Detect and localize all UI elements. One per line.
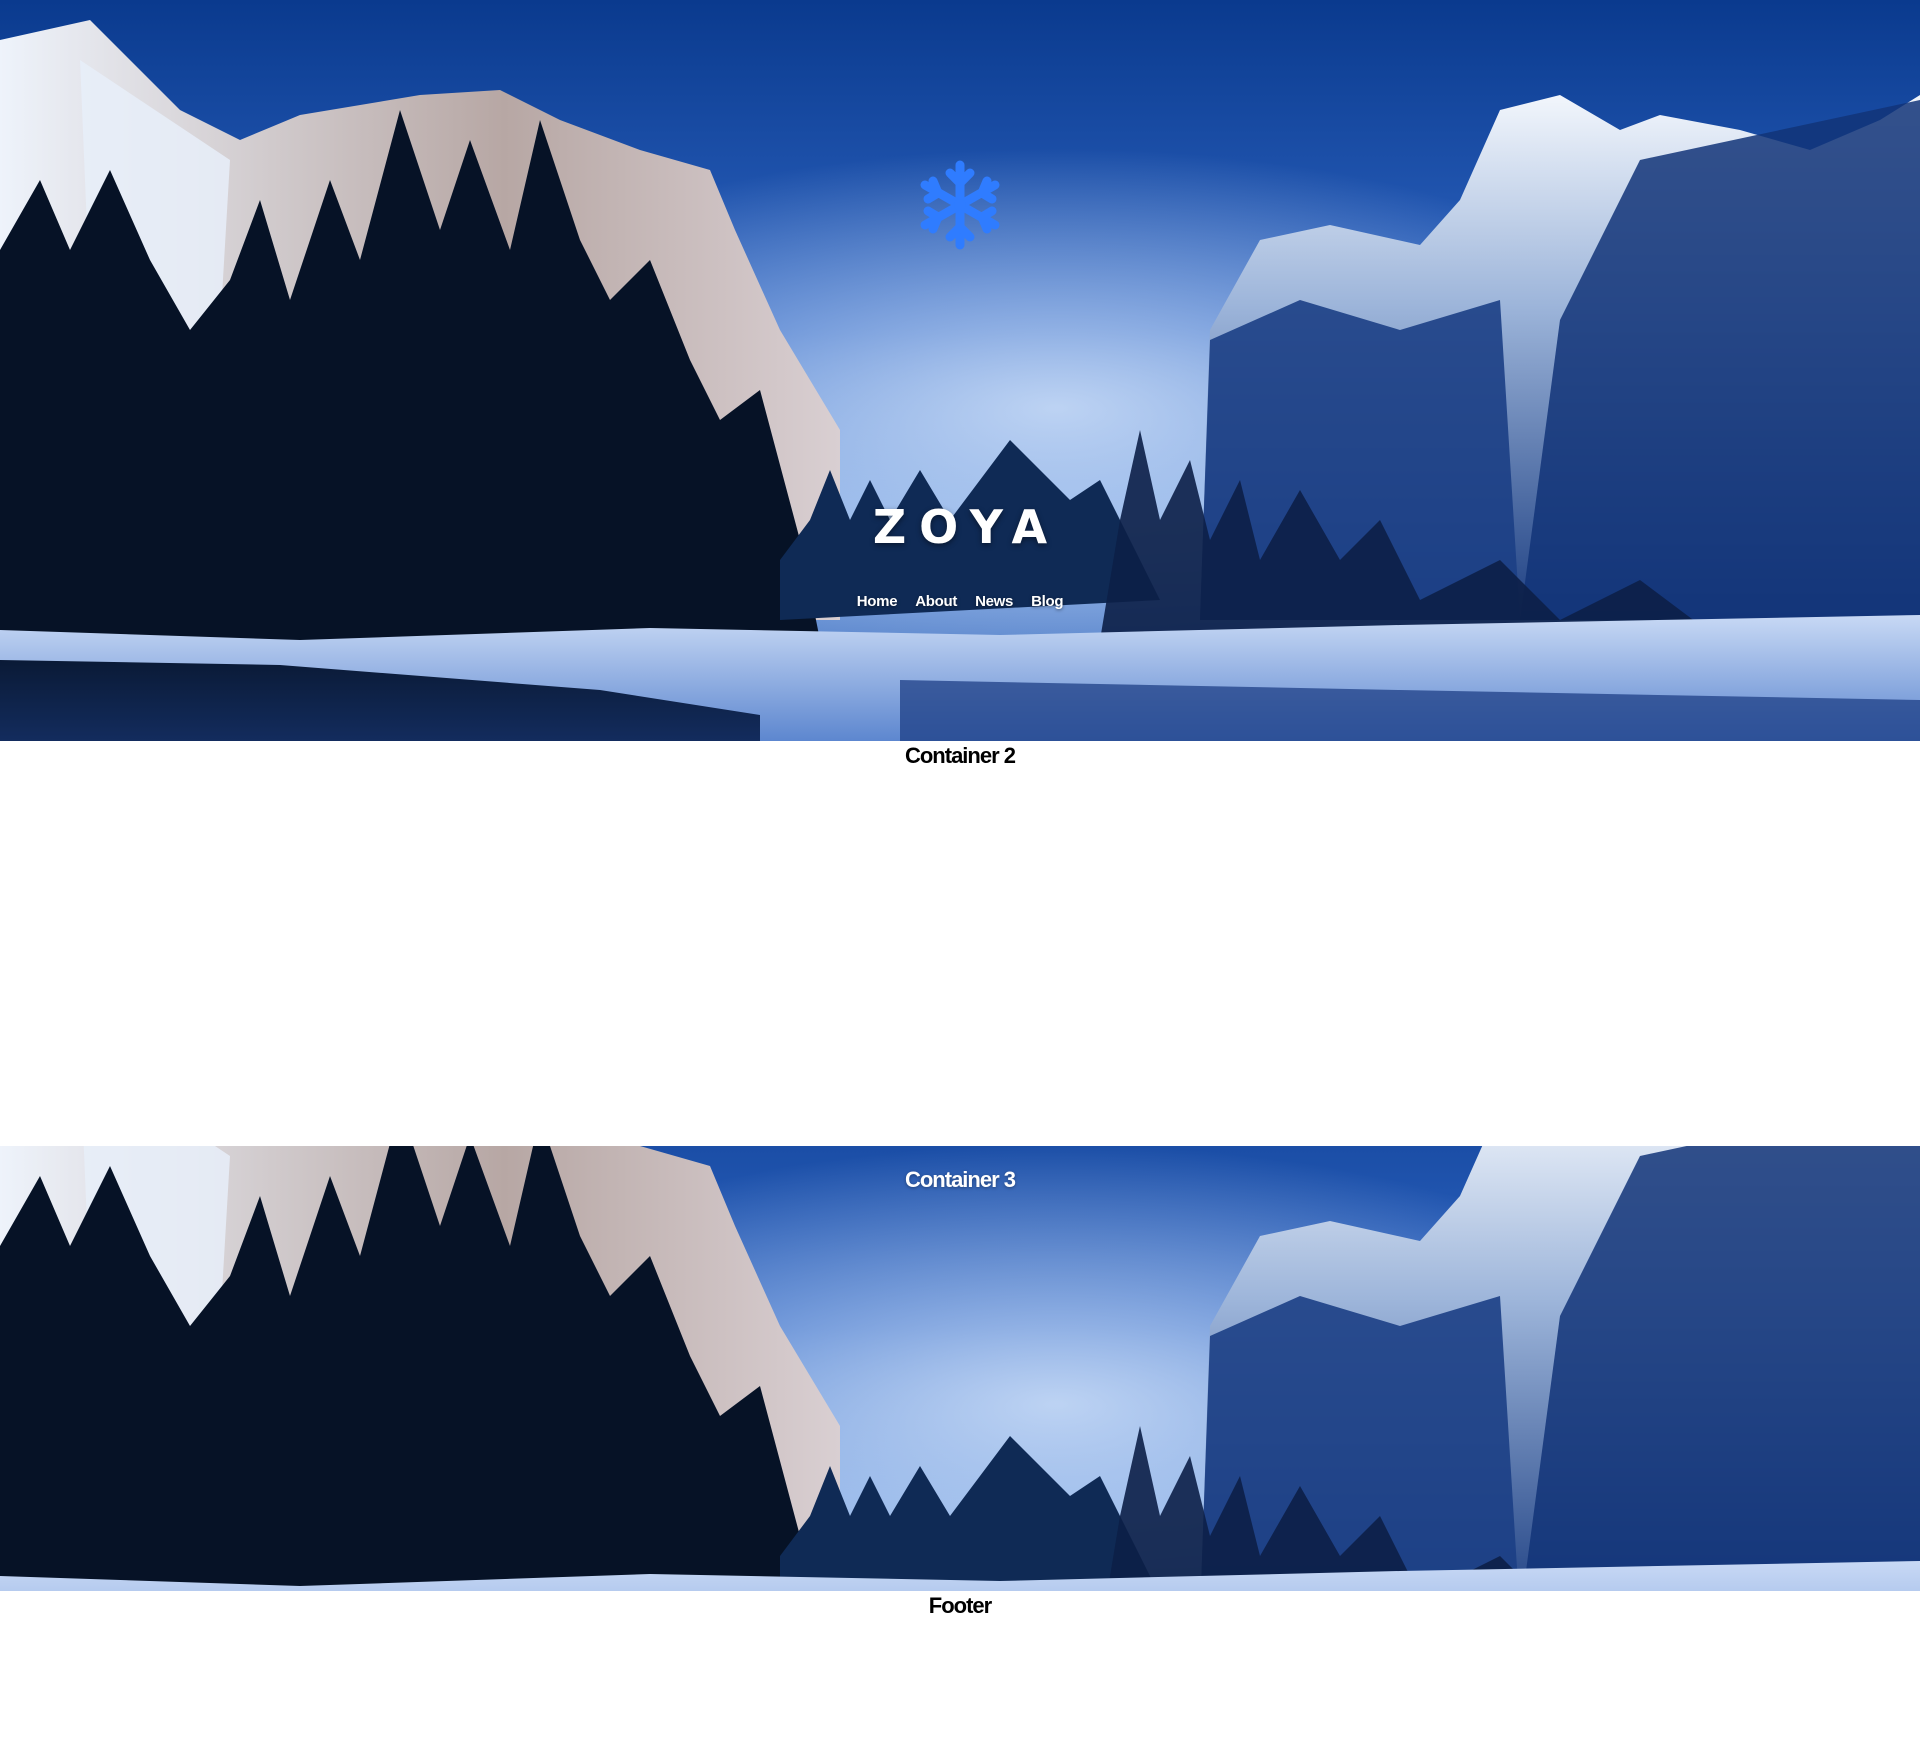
- container-3-section: Container 3: [0, 1146, 1920, 1591]
- container-2-title: Container 2: [904, 743, 1016, 768]
- snowflake-icon[interactable]: [912, 155, 1008, 255]
- site-brand-title: ZOYA: [872, 500, 1061, 554]
- footer-title: Footer: [928, 1593, 992, 1618]
- container-3-title: Container 3: [904, 1167, 1016, 1192]
- page: ZOYA Home About News Blog Container 2 Co…: [0, 0, 1920, 1753]
- nav-link-home[interactable]: Home: [857, 593, 898, 610]
- hero-section: ZOYA Home About News Blog: [0, 0, 1920, 741]
- footer-section: Footer: [0, 1591, 1920, 1753]
- nav-link-blog[interactable]: Blog: [1031, 593, 1063, 610]
- hero-background-image: [0, 0, 1920, 741]
- container-2-section: Container 2: [0, 741, 1920, 1146]
- container-3-background-image: [0, 1146, 1920, 1591]
- nav-link-news[interactable]: News: [975, 593, 1013, 610]
- nav-link-about[interactable]: About: [915, 593, 957, 610]
- main-navigation: Home About News Blog: [0, 593, 1920, 610]
